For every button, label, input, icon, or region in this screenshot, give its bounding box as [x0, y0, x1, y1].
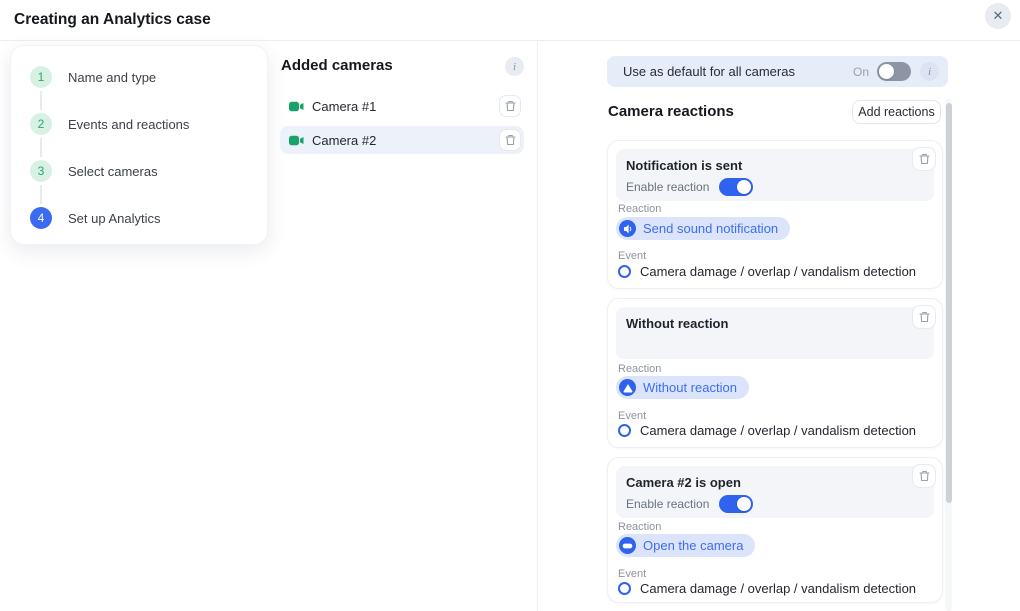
step-number-badge: 4	[30, 207, 52, 229]
reaction-card-header: Notification is sent Enable reaction	[616, 149, 934, 201]
use-as-default-bar: Use as default for all cameras On i	[607, 56, 948, 87]
delete-camera-button[interactable]	[499, 95, 521, 117]
step-events-and-reactions[interactable]: 2 Events and reactions	[11, 110, 267, 138]
trash-icon	[505, 100, 516, 112]
event-row: Camera damage / overlap / vandalism dete…	[618, 423, 916, 438]
enable-reaction-label: Enable reaction	[626, 180, 709, 194]
reaction-section-label: Reaction	[618, 363, 661, 375]
reaction-card-title: Notification is sent	[626, 158, 742, 173]
use-as-default-label: Use as default for all cameras	[623, 64, 853, 79]
step-connector	[40, 91, 42, 110]
delete-reaction-button[interactable]	[912, 305, 936, 329]
video-camera-icon	[289, 101, 304, 112]
event-section-label: Event	[618, 410, 646, 422]
event-row: Camera damage / overlap / vandalism dete…	[618, 264, 916, 279]
enable-reaction-toggle[interactable]	[719, 178, 753, 196]
column-divider	[537, 40, 538, 611]
reaction-chip[interactable]: Without reaction	[616, 376, 749, 399]
stepper-card: 1 Name and type 2 Events and reactions 3…	[10, 45, 268, 245]
step-connector	[40, 138, 42, 157]
toggle-knob	[737, 497, 751, 511]
info-icon[interactable]: i	[505, 57, 524, 76]
reaction-section-label: Reaction	[618, 203, 661, 215]
step-label: Select cameras	[68, 164, 158, 179]
event-row: Camera damage / overlap / vandalism dete…	[618, 581, 916, 596]
reaction-card-header: Without reaction	[616, 307, 934, 359]
reaction-chip[interactable]: Send sound notification	[616, 217, 790, 240]
reaction-card-without-reaction: Without reaction Reaction Without reacti…	[607, 298, 943, 448]
trash-icon	[919, 311, 930, 323]
event-section-label: Event	[618, 250, 646, 262]
step-label: Name and type	[68, 70, 156, 85]
reaction-section-label: Reaction	[618, 521, 661, 533]
step-select-cameras[interactable]: 3 Select cameras	[11, 157, 267, 185]
event-text: Camera damage / overlap / vandalism dete…	[640, 581, 916, 596]
trash-icon	[505, 134, 516, 146]
event-ring-icon	[618, 265, 631, 278]
step-connector	[40, 185, 42, 204]
use-as-default-toggle[interactable]	[877, 62, 911, 81]
toggle-knob	[737, 180, 751, 194]
event-text: Camera damage / overlap / vandalism dete…	[640, 423, 916, 438]
page-title: Creating an Analytics case	[14, 0, 211, 40]
without-reaction-icon	[619, 379, 636, 396]
close-button[interactable]: ✕	[985, 3, 1011, 29]
sound-notification-icon	[619, 220, 636, 237]
reaction-chip-label: Send sound notification	[643, 221, 778, 236]
reaction-chip[interactable]: Open the camera	[616, 534, 755, 557]
camera-name: Camera #1	[312, 99, 376, 114]
step-label: Events and reactions	[68, 117, 189, 132]
event-ring-icon	[618, 424, 631, 437]
reaction-card-title: Without reaction	[626, 316, 728, 331]
camera-row-2[interactable]: Camera #2	[280, 126, 524, 154]
reaction-card-header: Camera #2 is open Enable reaction	[616, 466, 934, 518]
info-icon-glyph: i	[928, 66, 931, 78]
camera-row-1[interactable]: Camera #1	[280, 92, 524, 120]
camera-reactions-title: Camera reactions	[608, 103, 734, 120]
add-reactions-label: Add reactions	[858, 105, 934, 119]
step-number-badge: 1	[30, 66, 52, 88]
trash-icon	[919, 153, 930, 165]
enable-reaction-label: Enable reaction	[626, 497, 709, 511]
info-icon[interactable]: i	[920, 62, 939, 81]
reaction-card-title: Camera #2 is open	[626, 475, 741, 490]
delete-camera-button[interactable]	[499, 129, 521, 151]
video-camera-icon	[289, 135, 304, 146]
info-icon-glyph: i	[513, 61, 516, 73]
enable-reaction-toggle[interactable]	[719, 495, 753, 513]
added-cameras-title: Added cameras	[281, 57, 393, 74]
modal-header: Creating an Analytics case	[0, 0, 1020, 41]
open-camera-icon	[619, 537, 636, 554]
reaction-chip-label: Without reaction	[643, 380, 737, 395]
event-section-label: Event	[618, 568, 646, 580]
toggle-state-label: On	[853, 65, 869, 79]
reaction-chip-label: Open the camera	[643, 538, 743, 553]
event-ring-icon	[618, 582, 631, 595]
enable-reaction-row: Enable reaction	[626, 178, 753, 196]
step-label: Set up Analytics	[68, 211, 161, 226]
step-name-and-type[interactable]: 1 Name and type	[11, 63, 267, 91]
event-text: Camera damage / overlap / vandalism dete…	[640, 264, 916, 279]
enable-reaction-row: Enable reaction	[626, 495, 753, 513]
toggle-knob	[879, 64, 894, 79]
reaction-card-notification-is-sent: Notification is sent Enable reaction Rea…	[607, 140, 943, 289]
scrollbar-thumb[interactable]	[946, 103, 952, 503]
step-number-badge: 2	[30, 113, 52, 135]
delete-reaction-button[interactable]	[912, 464, 936, 488]
step-set-up-analytics[interactable]: 4 Set up Analytics	[11, 204, 267, 232]
trash-icon	[919, 470, 930, 482]
step-number-badge: 3	[30, 160, 52, 182]
close-icon: ✕	[993, 8, 1004, 24]
camera-name: Camera #2	[312, 133, 376, 148]
reaction-card-camera-2-is-open: Camera #2 is open Enable reaction Reacti…	[607, 457, 943, 603]
delete-reaction-button[interactable]	[912, 147, 936, 171]
add-reactions-button[interactable]: Add reactions	[852, 100, 941, 124]
